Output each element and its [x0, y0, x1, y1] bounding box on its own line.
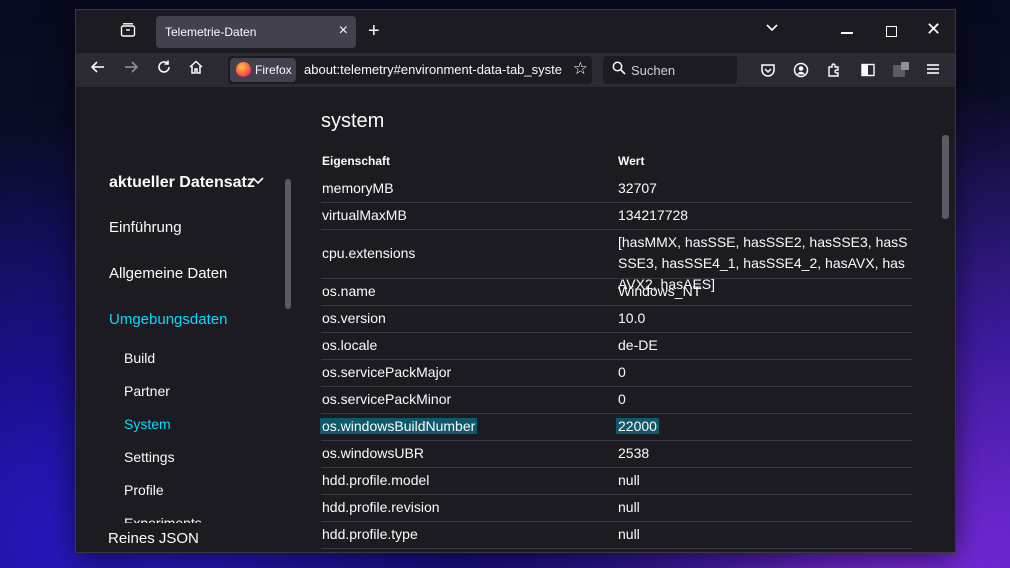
- sidebar-subitem-partner[interactable]: Partner: [124, 383, 170, 399]
- row-value: 22000: [616, 418, 659, 434]
- table-row: virtualMaxMB 134217728: [321, 202, 912, 230]
- bookmark-star-icon[interactable]: ☆: [573, 59, 588, 79]
- nav-bar: Firefox about:telemetry#environment-data…: [76, 53, 955, 87]
- table-row: hdd.profile.revision null: [321, 494, 912, 522]
- main-scrollbar[interactable]: [942, 135, 949, 219]
- table-row: os.servicePackMajor 0: [321, 359, 912, 387]
- table-row: hdd.binary.model null: [321, 548, 912, 552]
- row-key: os.version: [322, 310, 386, 326]
- tab-title: Telemetrie-Daten: [165, 25, 257, 39]
- sidebar-scrollbar[interactable]: [285, 179, 291, 309]
- sidebar-subitem-experiments[interactable]: Experiments: [124, 515, 202, 523]
- sidebar-item-einfuehrung[interactable]: Einführung: [109, 219, 182, 236]
- search-input[interactable]: Suchen: [603, 56, 737, 84]
- maximize-icon[interactable]: [886, 26, 897, 37]
- firefox-logo-icon: [236, 62, 251, 77]
- row-key: os.servicePackMajor: [322, 364, 452, 380]
- table-row: os.windowsUBR 2538: [321, 440, 912, 468]
- row-value: 10.0: [618, 310, 646, 326]
- url-text[interactable]: about:telemetry#environment-data-tab_sys…: [304, 62, 562, 77]
- raw-json-link[interactable]: Reines JSON: [108, 530, 199, 547]
- chevron-down-icon[interactable]: [251, 176, 265, 186]
- row-value: null: [618, 472, 640, 488]
- row-key: memoryMB: [322, 180, 394, 196]
- row-key: os.servicePackMinor: [322, 391, 452, 407]
- tab-bar: Telemetrie-Daten × + ✕: [76, 10, 955, 53]
- sidebar-item-umgebungsdaten[interactable]: Umgebungsdaten: [109, 311, 227, 328]
- extension-badge-icon[interactable]: [892, 62, 909, 78]
- sidebar-toggle-icon[interactable]: [860, 62, 876, 78]
- sidebar-subitem-settings[interactable]: Settings: [124, 449, 175, 465]
- chevron-down-icon[interactable]: [765, 23, 779, 33]
- forward-arrow-icon[interactable]: [123, 59, 139, 75]
- plus-icon[interactable]: +: [368, 20, 380, 43]
- table-row: os.name Windows_NT: [321, 278, 912, 306]
- row-key: os.windowsUBR: [322, 445, 424, 461]
- category-heading[interactable]: aktueller Datensatz: [109, 174, 255, 192]
- row-key: cpu.extensions: [322, 245, 416, 261]
- page-title: system: [321, 110, 385, 132]
- back-arrow-icon[interactable]: [90, 59, 106, 75]
- browser-window: Telemetrie-Daten × + ✕ Firefox about:tel…: [76, 10, 955, 552]
- row-key: virtualMaxMB: [322, 207, 407, 223]
- table-row: os.version 10.0: [321, 305, 912, 333]
- sidebar-item-allgemeine-daten[interactable]: Allgemeine Daten: [109, 265, 227, 282]
- main-panel: system Eigenschaft Wert memoryMB 32707 v…: [320, 87, 921, 552]
- column-header-property: Eigenschaft: [322, 154, 391, 168]
- table-row-selected: os.windowsBuildNumber 22000: [320, 413, 912, 441]
- url-bar[interactable]: Firefox about:telemetry#environment-data…: [228, 56, 592, 84]
- table-row: memoryMB 32707: [321, 175, 912, 203]
- sidebar: aktueller Datensatz Einführung Allgemein…: [76, 87, 296, 552]
- pocket-icon[interactable]: [760, 62, 776, 78]
- row-key: os.name: [322, 283, 376, 299]
- table-row: os.locale de-DE: [321, 332, 912, 360]
- sidebar-subitem-system[interactable]: System: [124, 416, 171, 432]
- row-key: os.windowsBuildNumber: [320, 418, 478, 434]
- row-value: 134217728: [618, 207, 689, 223]
- menu-hamburger-icon[interactable]: [926, 62, 942, 78]
- row-key: os.locale: [322, 337, 378, 353]
- row-value: null: [618, 551, 912, 552]
- row-value: de-DE: [618, 337, 658, 353]
- sidebar-subitem-build[interactable]: Build: [124, 350, 155, 366]
- tab-telemetry[interactable]: Telemetrie-Daten ×: [156, 16, 356, 48]
- account-icon[interactable]: [793, 62, 809, 78]
- row-key: hdd.profile.model: [322, 472, 430, 488]
- sidebar-clip: Experiments: [76, 511, 281, 523]
- firefox-view-icon[interactable]: [120, 22, 142, 42]
- column-header-value: Wert: [618, 154, 645, 168]
- identity-box[interactable]: Firefox: [230, 58, 296, 82]
- row-value: 2538: [618, 445, 650, 461]
- row-key: hdd.profile.type: [322, 526, 418, 542]
- table-row: os.servicePackMinor 0: [321, 386, 912, 414]
- row-value: null: [618, 526, 640, 542]
- row-value: null: [618, 499, 640, 515]
- row-value: 32707: [618, 180, 657, 196]
- reload-icon[interactable]: [156, 59, 172, 75]
- minimize-icon[interactable]: [841, 32, 853, 34]
- extensions-puzzle-icon[interactable]: [826, 62, 842, 78]
- window-close-icon[interactable]: ✕: [926, 19, 941, 40]
- identity-label: Firefox: [255, 63, 292, 77]
- search-placeholder: Suchen: [631, 63, 676, 78]
- row-value: 0: [618, 391, 626, 407]
- close-icon[interactable]: ×: [339, 22, 348, 40]
- home-icon[interactable]: [188, 59, 204, 75]
- row-key: hdd.profile.revision: [322, 499, 440, 515]
- table-row: hdd.profile.model null: [321, 467, 912, 495]
- row-value: 0: [618, 364, 626, 380]
- table-row: cpu.extensions [hasMMX, hasSSE, hasSSE2,…: [321, 229, 912, 292]
- search-icon: [612, 61, 626, 75]
- sidebar-subitem-profile[interactable]: Profile: [124, 482, 164, 498]
- page-content: aktueller Datensatz Einführung Allgemein…: [76, 87, 955, 552]
- table-row: hdd.profile.type null: [321, 521, 912, 549]
- row-value: Windows_NT: [618, 283, 702, 299]
